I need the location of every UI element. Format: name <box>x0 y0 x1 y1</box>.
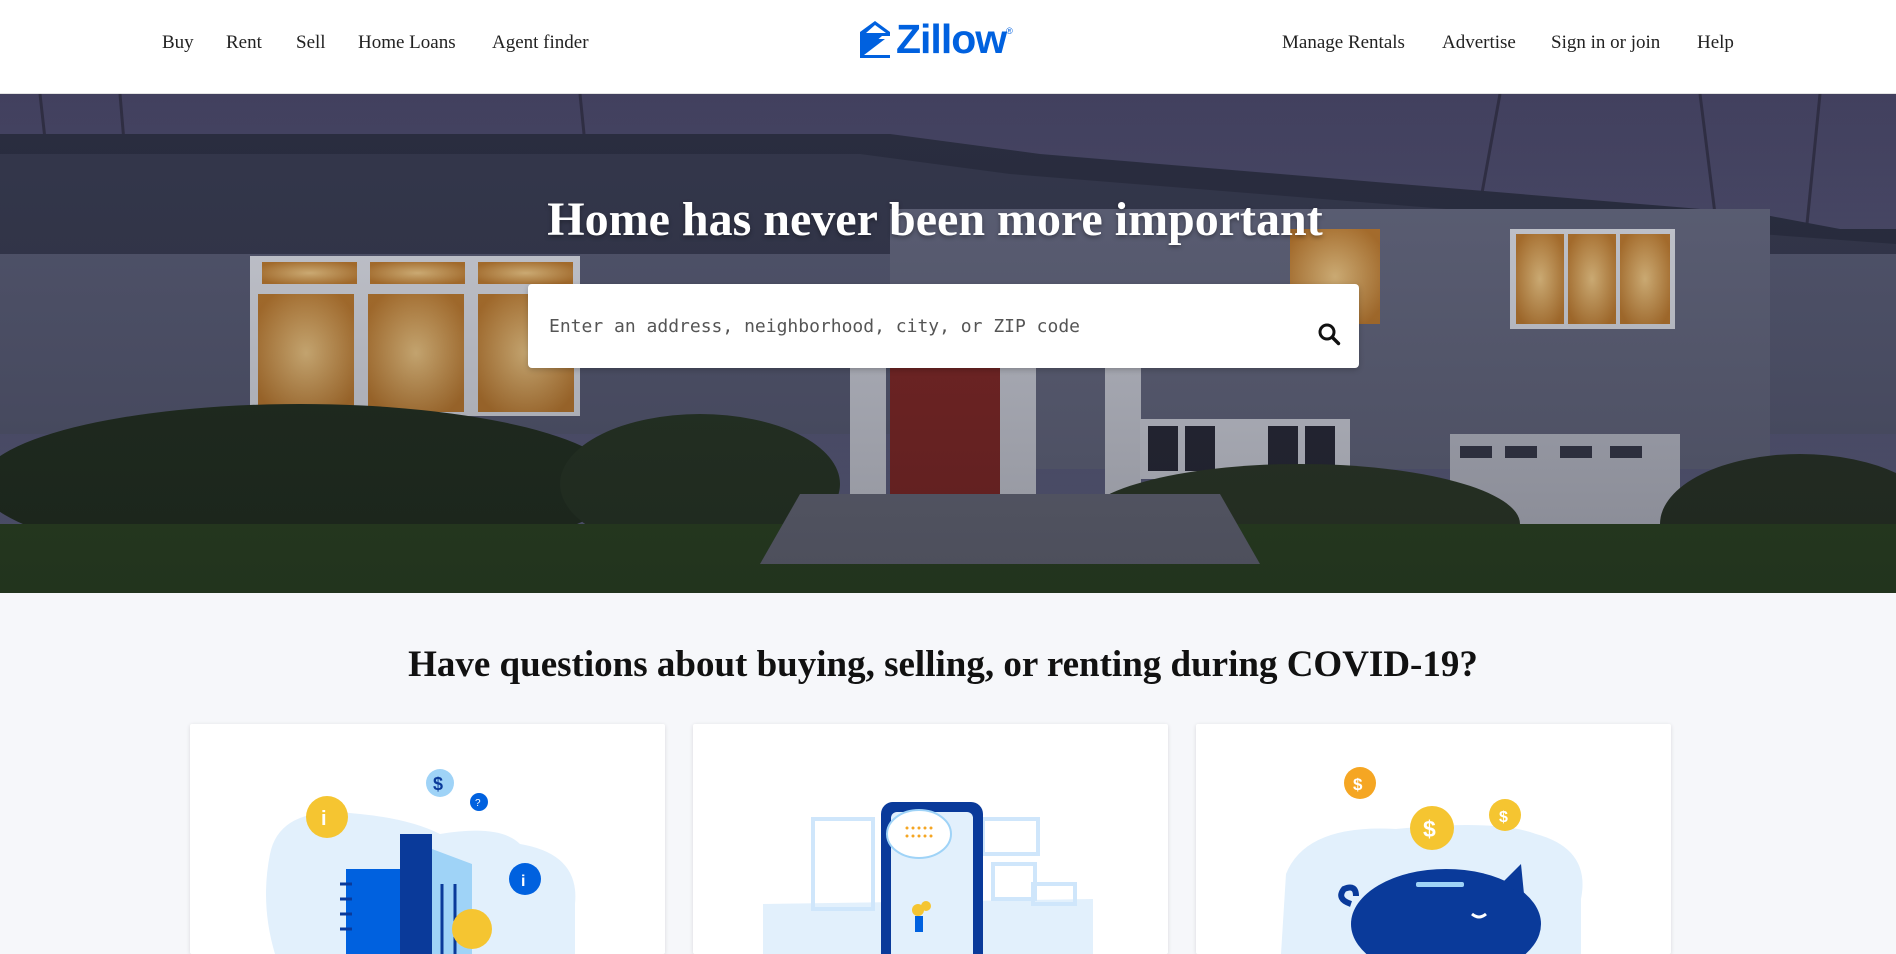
phone-tour-illustration <box>763 802 1093 954</box>
logo-registered-mark: ® <box>1006 26 1013 36</box>
covid-card-savings[interactable]: $ $ $ <box>1196 724 1671 954</box>
info-document-illustration: i $ ? i <box>266 769 576 954</box>
svg-text:$: $ <box>1353 775 1363 794</box>
nav-advertise-link[interactable]: Advertise <box>1442 32 1516 54</box>
nav-rent-link[interactable]: Rent <box>226 32 262 54</box>
nav-sign-in-link[interactable]: Sign in or join <box>1551 32 1660 54</box>
svg-text:$: $ <box>1499 809 1508 826</box>
zillow-house-icon <box>860 21 890 58</box>
hero-title: Home has never been more important <box>547 193 1323 246</box>
search-icon <box>1318 323 1341 346</box>
covid-card-info[interactable]: i $ ? i <box>190 724 665 954</box>
address-search-input[interactable] <box>549 284 1289 368</box>
search-button[interactable] <box>1306 311 1352 357</box>
svg-text:i: i <box>521 873 525 890</box>
nav-agent-finder-link[interactable]: Agent finder <box>492 32 589 54</box>
svg-text:i: i <box>321 808 327 830</box>
covid-section-title: Have questions about buying, selling, or… <box>408 644 1478 685</box>
top-navigation: Buy Rent Sell Home Loans Agent finder Zi… <box>0 0 1896 94</box>
piggy-bank-illustration: $ $ $ <box>1281 767 1583 954</box>
nav-help-link[interactable]: Help <box>1697 32 1734 54</box>
svg-text:$: $ <box>1423 816 1436 842</box>
nav-buy-link[interactable]: Buy <box>162 32 194 54</box>
nav-home-loans-link[interactable]: Home Loans <box>358 32 456 54</box>
zillow-logo[interactable]: Zillow ® <box>858 15 1013 62</box>
logo-wordmark: Zillow <box>896 15 1007 62</box>
nav-manage-rentals-link[interactable]: Manage Rentals <box>1282 32 1405 54</box>
address-search-box <box>528 284 1359 368</box>
hero-banner: Home has never been more important <box>0 94 1896 593</box>
svg-text:$: $ <box>433 774 443 794</box>
covid-card-phone[interactable] <box>693 724 1168 954</box>
svg-text:?: ? <box>475 798 481 809</box>
nav-sell-link[interactable]: Sell <box>296 32 326 54</box>
